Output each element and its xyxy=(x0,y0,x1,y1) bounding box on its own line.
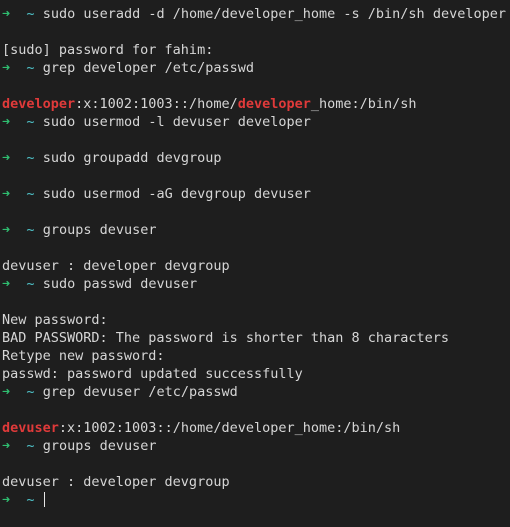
command-text: grep devuser /etc/passwd xyxy=(42,384,238,400)
prompt-arrow-icon: ➜ xyxy=(2,438,11,454)
prompt-arrow-icon: ➜ xyxy=(2,492,11,508)
output-line: passwd: password updated successfully xyxy=(2,365,510,383)
command-line: ➜ ~ sudo passwd devuser xyxy=(2,275,510,293)
output-line: BAD PASSWORD: The password is shorter th… xyxy=(2,329,510,347)
prompt-directory: ~ xyxy=(26,384,35,400)
command-line: ➜ ~ groups devuser xyxy=(2,437,510,455)
output-line: devuser : developer devgroup xyxy=(2,473,510,491)
output-text: devuser : developer devgroup xyxy=(2,474,230,490)
output-text: Retype new password: xyxy=(2,348,165,364)
terminal-window[interactable]: ➜ ~ sudo useradd -d /home/developer_home… xyxy=(0,0,510,527)
command-line: ➜ ~ sudo useradd -d /home/developer_home… xyxy=(2,5,510,23)
output-text: [sudo] password for fahim: xyxy=(2,42,214,58)
command-line: ➜ ~ sudo usermod -l devuser developer xyxy=(2,113,510,131)
command-text: sudo usermod -aG devgroup devuser xyxy=(42,186,311,202)
command-text: sudo usermod -l devuser developer xyxy=(42,114,311,130)
command-line: ➜ ~ grep developer /etc/passwd xyxy=(2,59,510,77)
text-cursor[interactable] xyxy=(43,492,45,507)
prompt-directory: ~ xyxy=(26,222,35,238)
prompt-arrow-icon: ➜ xyxy=(2,114,11,130)
output-line: devuser : developer devgroup xyxy=(2,257,510,275)
command-line: ➜ ~ groups devuser xyxy=(2,221,510,239)
output-text: :x:1002:1003::/home/developer_home:/bin/… xyxy=(58,420,401,436)
command-line: ➜ ~ grep devuser /etc/passwd xyxy=(2,383,510,401)
output-text: BAD PASSWORD: The password is shorter th… xyxy=(2,330,450,346)
prompt-directory: ~ xyxy=(26,6,35,22)
prompt-arrow-icon: ➜ xyxy=(2,384,11,400)
output-line: devuser:x:1002:1003::/home/developer_hom… xyxy=(2,419,510,437)
prompt-arrow-icon: ➜ xyxy=(2,6,11,22)
output-line: New password: xyxy=(2,311,510,329)
match-highlight: developer xyxy=(237,96,311,112)
prompt-arrow-icon: ➜ xyxy=(2,60,11,76)
prompt-directory: ~ xyxy=(26,186,35,202)
prompt-arrow-icon: ➜ xyxy=(2,150,11,166)
output-line: [sudo] password for fahim: xyxy=(2,41,510,59)
prompt-arrow-icon: ➜ xyxy=(2,186,11,202)
prompt-arrow-icon: ➜ xyxy=(2,276,11,292)
prompt-directory: ~ xyxy=(26,438,35,454)
command-line: ➜ ~ sudo groupadd devgroup xyxy=(2,149,510,167)
output-text: :x:1002:1003::/home/ xyxy=(75,96,238,112)
prompt-directory: ~ xyxy=(26,114,35,130)
match-highlight: devuser xyxy=(2,420,59,436)
command-text: sudo passwd devuser xyxy=(42,276,198,292)
output-text: _home:/bin/sh xyxy=(310,96,417,112)
prompt-arrow-icon: ➜ xyxy=(2,222,11,238)
command-text: sudo groupadd devgroup xyxy=(42,150,222,166)
command-text: groups devuser xyxy=(42,222,157,238)
prompt-directory: ~ xyxy=(26,150,35,166)
prompt-directory: ~ xyxy=(26,492,35,508)
command-line: ➜ ~ sudo usermod -aG devgroup devuser xyxy=(2,185,510,203)
output-line: developer:x:1002:1003::/home/developer_h… xyxy=(2,95,510,113)
prompt-directory: ~ xyxy=(26,60,35,76)
command-text: grep developer /etc/passwd xyxy=(42,60,255,76)
match-highlight: developer xyxy=(2,96,76,112)
prompt-directory: ~ xyxy=(26,276,35,292)
output-text: passwd: password updated successfully xyxy=(2,366,303,382)
output-text: devuser : developer devgroup xyxy=(2,258,230,274)
command-line: ➜ ~ xyxy=(2,491,510,509)
output-text: New password: xyxy=(2,312,108,328)
command-text: groups devuser xyxy=(42,438,157,454)
output-line: Retype new password: xyxy=(2,347,510,365)
command-text: sudo useradd -d /home/developer_home -s … xyxy=(42,6,506,22)
